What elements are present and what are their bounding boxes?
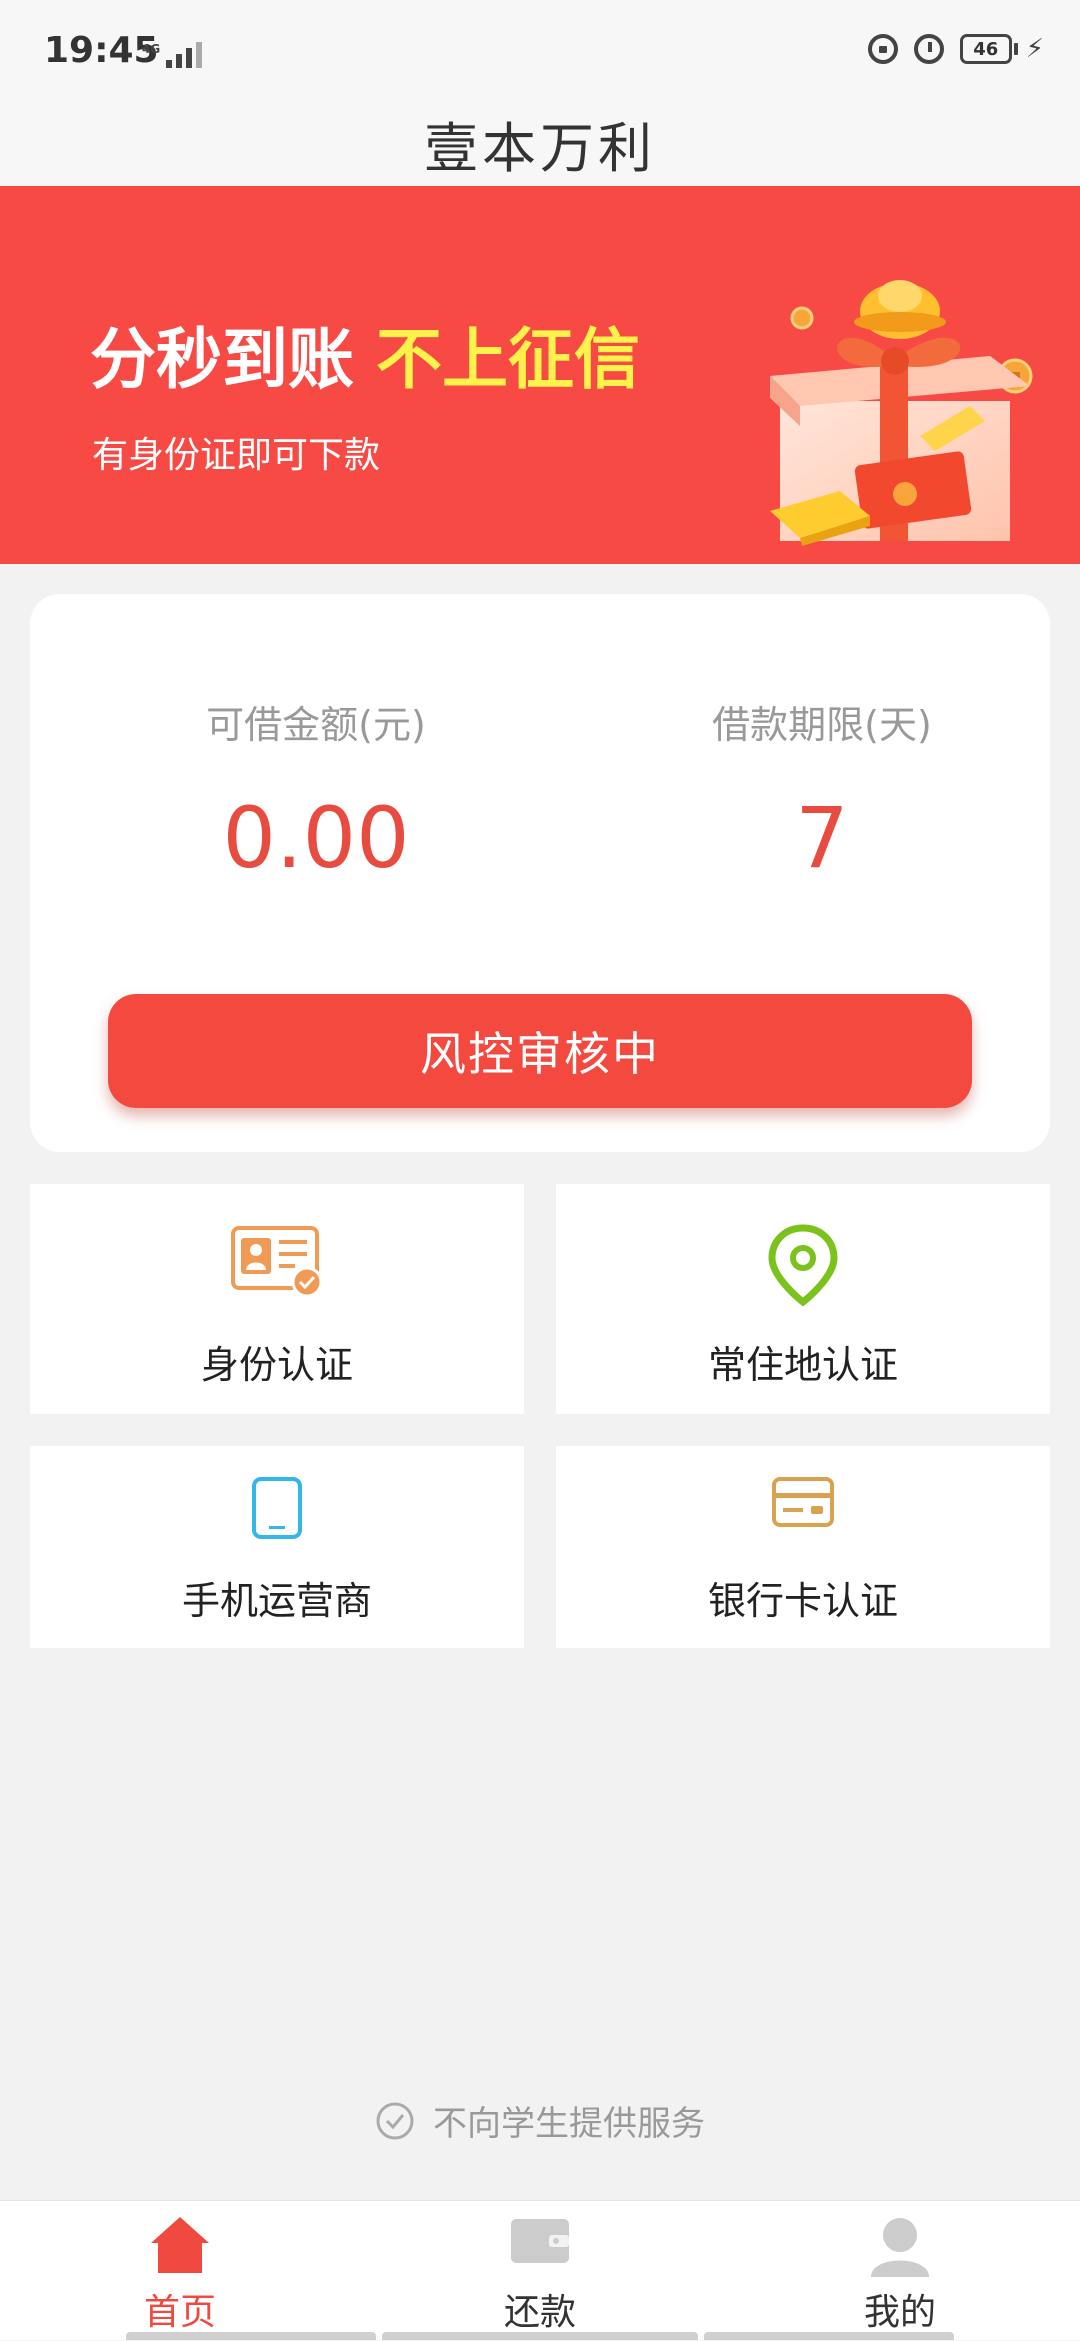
signal-icon: 4G [142, 38, 203, 68]
app-header: 壹本万利 [0, 100, 1080, 186]
phone-icon [252, 1477, 302, 1539]
banner-headline: 分秒到账 不上征信 [90, 306, 640, 402]
promo-banner[interactable]: 分秒到账 不上征信 有身份证即可下款 [0, 186, 1080, 564]
loan-term: 借款期限(天) 7 [622, 694, 1022, 887]
rotation-lock-icon [867, 34, 898, 64]
tile-residence-verification-label: 常住地认证 [707, 1343, 898, 1387]
nav-mine[interactable]: 我的 [720, 2201, 1080, 2341]
gift-box-icon [770, 280, 1033, 546]
tile-id-verification[interactable]: 身份认证 [30, 1184, 524, 1414]
battery-level: 46 [973, 38, 999, 60]
tile-id-verification-label: 身份认证 [200, 1343, 353, 1387]
user-icon [871, 2218, 929, 2277]
tile-bank-card-verification-label: 银行卡认证 [707, 1579, 898, 1623]
nav-home-label: 首页 [143, 2292, 216, 2333]
tile-mobile-carrier-label: 手机运营商 [181, 1579, 372, 1623]
location-pin-icon [768, 1224, 838, 1306]
nav-underline-mine [704, 2332, 954, 2340]
banner-highlight: 不上征信 [376, 321, 640, 398]
bottom-nav: 首页 还款 我的 [0, 2200, 1080, 2340]
tile-mobile-carrier[interactable]: 手机运营商 [30, 1446, 524, 1648]
nav-underline-repay [382, 2332, 698, 2340]
banner-headline-text: 分秒到账 [90, 321, 354, 398]
nav-underline-home [126, 2332, 376, 2340]
loan-term-value: 7 [795, 789, 849, 887]
status-bar: 19:45 4G 46 ⚡ [0, 0, 1080, 100]
check-circle-icon [376, 2102, 414, 2139]
nav-repay-label: 还款 [503, 2292, 576, 2333]
alarm-icon [913, 34, 944, 64]
charging-icon: ⚡ [1025, 34, 1044, 64]
home-icon [151, 2217, 209, 2273]
id-card-icon [231, 1226, 323, 1298]
network-type: 4G [142, 42, 161, 56]
nav-home[interactable]: 首页 [0, 2201, 360, 2341]
nav-mine-label: 我的 [863, 2292, 936, 2333]
nav-repay[interactable]: 还款 [360, 2201, 720, 2341]
wallet-icon [511, 2219, 569, 2263]
status-icons: 46 ⚡ [867, 34, 1044, 64]
loan-amount-value: 0.00 [222, 789, 410, 887]
page-title: 壹本万利 [424, 116, 656, 180]
tile-residence-verification[interactable]: 常住地认证 [556, 1184, 1050, 1414]
banner-subtitle: 有身份证即可下款 [92, 435, 381, 476]
tile-bank-card-verification[interactable]: 银行卡认证 [556, 1446, 1050, 1648]
battery-tip [1013, 43, 1018, 55]
bank-card-icon [772, 1477, 834, 1527]
student-notice: 不向学生提供服务 [0, 2096, 1080, 2145]
loan-amount: 可借金额(元) 0.00 [116, 694, 516, 887]
risk-review-button[interactable]: 风控审核中 [108, 994, 972, 1108]
notice-text: 不向学生提供服务 [433, 2104, 705, 2144]
battery-icon: 46 [959, 34, 1012, 64]
loan-amount-label: 可借金额(元) [206, 703, 426, 747]
loan-term-label: 借款期限(天) [712, 703, 932, 747]
loan-card: 可借金额(元) 0.00 借款期限(天) 7 风控审核中 [30, 594, 1050, 1152]
